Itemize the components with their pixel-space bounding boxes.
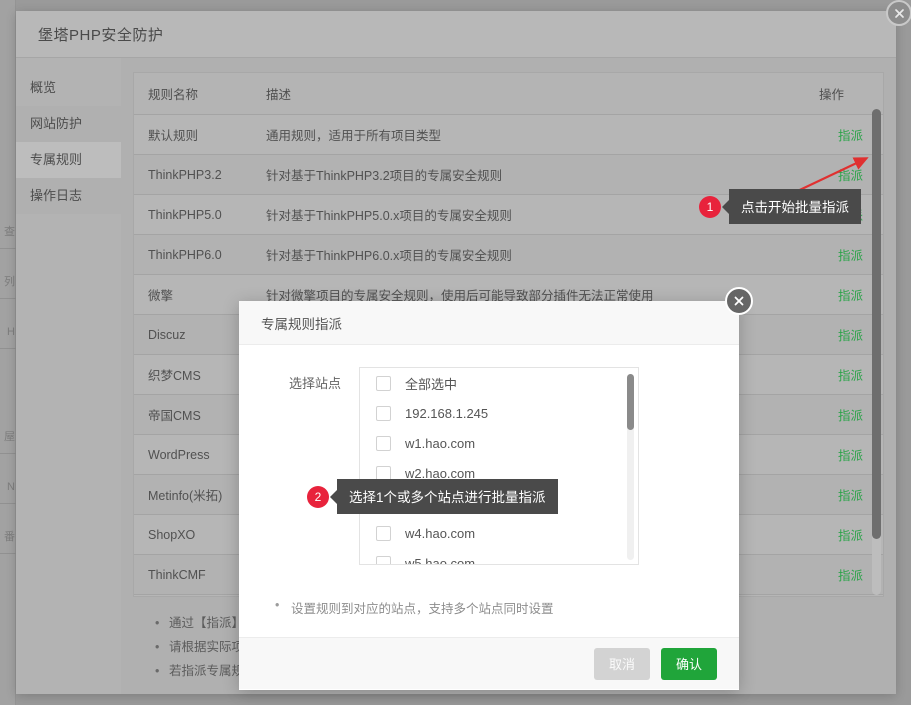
cell-rule-name: ShopXO	[134, 515, 252, 555]
column-header-action: 操作	[805, 73, 883, 115]
close-icon	[732, 294, 746, 308]
callout-badge-2: 2	[307, 486, 329, 508]
assign-link[interactable]: 指派	[838, 529, 863, 543]
assign-link[interactable]: 指派	[838, 489, 863, 503]
table-scrollbar-thumb[interactable]	[872, 109, 881, 539]
checkbox-icon[interactable]	[376, 556, 391, 566]
modal-header: 专属规则指派	[239, 301, 739, 345]
close-icon	[893, 7, 906, 20]
background-ghost-row: H	[0, 315, 16, 349]
background-ghost-row: 查	[0, 215, 16, 249]
site-list-item-label: w4.hao.com	[405, 526, 475, 541]
callout-text-1: 点击开始批量指派	[729, 189, 861, 224]
assign-link[interactable]: 指派	[838, 449, 863, 463]
site-list-item-label: 192.168.1.245	[405, 406, 488, 421]
site-list-item[interactable]: w4.hao.com	[360, 518, 638, 548]
modal-close-button[interactable]	[725, 287, 753, 315]
cell-description: 针对基于ThinkPHP6.0.x项目的专属安全规则	[252, 235, 805, 275]
cell-rule-name: Discuz	[134, 315, 252, 355]
cell-rule-name: 默认规则	[134, 115, 252, 155]
checkbox-icon[interactable]	[376, 436, 391, 451]
callout-text-2: 选择1个或多个站点进行批量指派	[337, 479, 558, 514]
cell-rule-name: 帝国CMS	[134, 395, 252, 435]
cell-rule-name: WordPress	[134, 435, 252, 475]
select-site-field-row: 选择站点 全部选中192.168.1.245w1.hao.comw2.hao.c…	[239, 367, 739, 565]
column-header-rule-name: 规则名称	[134, 73, 252, 115]
assign-link[interactable]: 指派	[838, 569, 863, 583]
cell-rule-name: ThinkPHP6.0	[134, 235, 252, 275]
window-header: 堡塔PHP安全防护	[16, 11, 896, 58]
site-list-item[interactable]: 192.168.1.245	[360, 398, 638, 428]
column-header-description: 描述	[252, 73, 805, 115]
site-list-item[interactable]: w5.hao.com	[360, 548, 638, 565]
cell-rule-name: ThinkCMF	[134, 555, 252, 595]
assign-link[interactable]: 指派	[838, 369, 863, 383]
sidebar: 概览 网站防护 专属规则 操作日志	[16, 58, 121, 694]
cell-action: 指派	[805, 595, 883, 598]
checkbox-icon[interactable]	[376, 406, 391, 421]
checkbox-icon[interactable]	[376, 526, 391, 541]
confirm-button[interactable]: 确认	[661, 648, 717, 680]
assign-link[interactable]: 指派	[838, 249, 863, 263]
sidebar-item-exclusive-rules[interactable]: 专属规则	[16, 142, 121, 178]
page-title: 堡塔PHP安全防护	[38, 24, 163, 45]
site-list-item-label: w5.hao.com	[405, 556, 475, 566]
table-row: 默认规则通用规则，适用于所有项目类型 指派	[134, 115, 883, 155]
assign-link[interactable]: 指派	[838, 289, 863, 303]
assign-link[interactable]: 指派	[838, 129, 863, 143]
close-window-button[interactable]	[886, 0, 911, 26]
table-row: ThinkPHP6.0针对基于ThinkPHP6.0.x项目的专属安全规则 指派	[134, 235, 883, 275]
modal-footer: 取消 确认	[239, 637, 739, 689]
select-site-label: 选择站点	[267, 367, 359, 565]
cell-rule-name: 微擎	[134, 275, 252, 315]
background-ghost-row: N	[0, 470, 16, 504]
cell-rule-name: Metinfo(米拓)	[134, 475, 252, 515]
background-ghost-row: 番	[0, 520, 16, 554]
assign-link[interactable]: 指派	[838, 329, 863, 343]
site-items-container: 全部选中192.168.1.245w1.hao.comw2.hao.comw3.…	[360, 368, 638, 565]
sidebar-item-label: 网站防护	[30, 116, 82, 131]
site-list-item-label: 全部选中	[405, 374, 457, 393]
sidebar-item-label: 概览	[30, 80, 56, 95]
sidebar-item-site-protection[interactable]: 网站防护	[16, 106, 121, 142]
sidebar-item-label: 专属规则	[30, 152, 82, 167]
site-list-item[interactable]: w1.hao.com	[360, 428, 638, 458]
background-left-strip	[0, 0, 16, 705]
modal-note: 设置规则到对应的站点，支持多个站点同时设置	[275, 598, 554, 617]
cell-rule-name: ThinkPHP3.2	[134, 155, 252, 195]
site-list-item[interactable]: 全部选中	[360, 368, 638, 398]
sidebar-item-label: 操作日志	[30, 188, 82, 203]
assign-link[interactable]: 指派	[838, 169, 863, 183]
cell-description: 通用规则，适用于所有项目类型	[252, 115, 805, 155]
checkbox-icon[interactable]	[376, 376, 391, 391]
modal-title: 专属规则指派	[261, 313, 342, 333]
callout-badge-1: 1	[699, 196, 721, 218]
site-list-scrollbar[interactable]	[627, 374, 634, 560]
site-checkbox-list[interactable]: 全部选中192.168.1.245w1.hao.comw2.hao.comw3.…	[359, 367, 639, 565]
table-header-row: 规则名称 描述 操作	[134, 73, 883, 115]
cancel-button[interactable]: 取消	[594, 648, 650, 680]
site-list-item-label: w1.hao.com	[405, 436, 475, 451]
sidebar-item-operation-log[interactable]: 操作日志	[16, 178, 121, 214]
background-ghost-row: 屋	[0, 420, 16, 454]
background-ghost-row: 列	[0, 265, 16, 299]
assign-link[interactable]: 指派	[838, 409, 863, 423]
cell-rule-name: ThinkPHP5.0	[134, 195, 252, 235]
table-head: 规则名称 描述 操作	[134, 73, 883, 115]
site-list-scrollbar-thumb[interactable]	[627, 374, 634, 430]
cell-rule-name: 织梦CMS	[134, 355, 252, 395]
cell-rule-name: Laravel	[134, 595, 252, 598]
callout-1: 1 点击开始批量指派	[699, 189, 861, 224]
sidebar-item-overview[interactable]: 概览	[16, 70, 121, 106]
table-scrollbar[interactable]	[872, 109, 881, 595]
callout-2: 2 选择1个或多个站点进行批量指派	[307, 479, 558, 514]
